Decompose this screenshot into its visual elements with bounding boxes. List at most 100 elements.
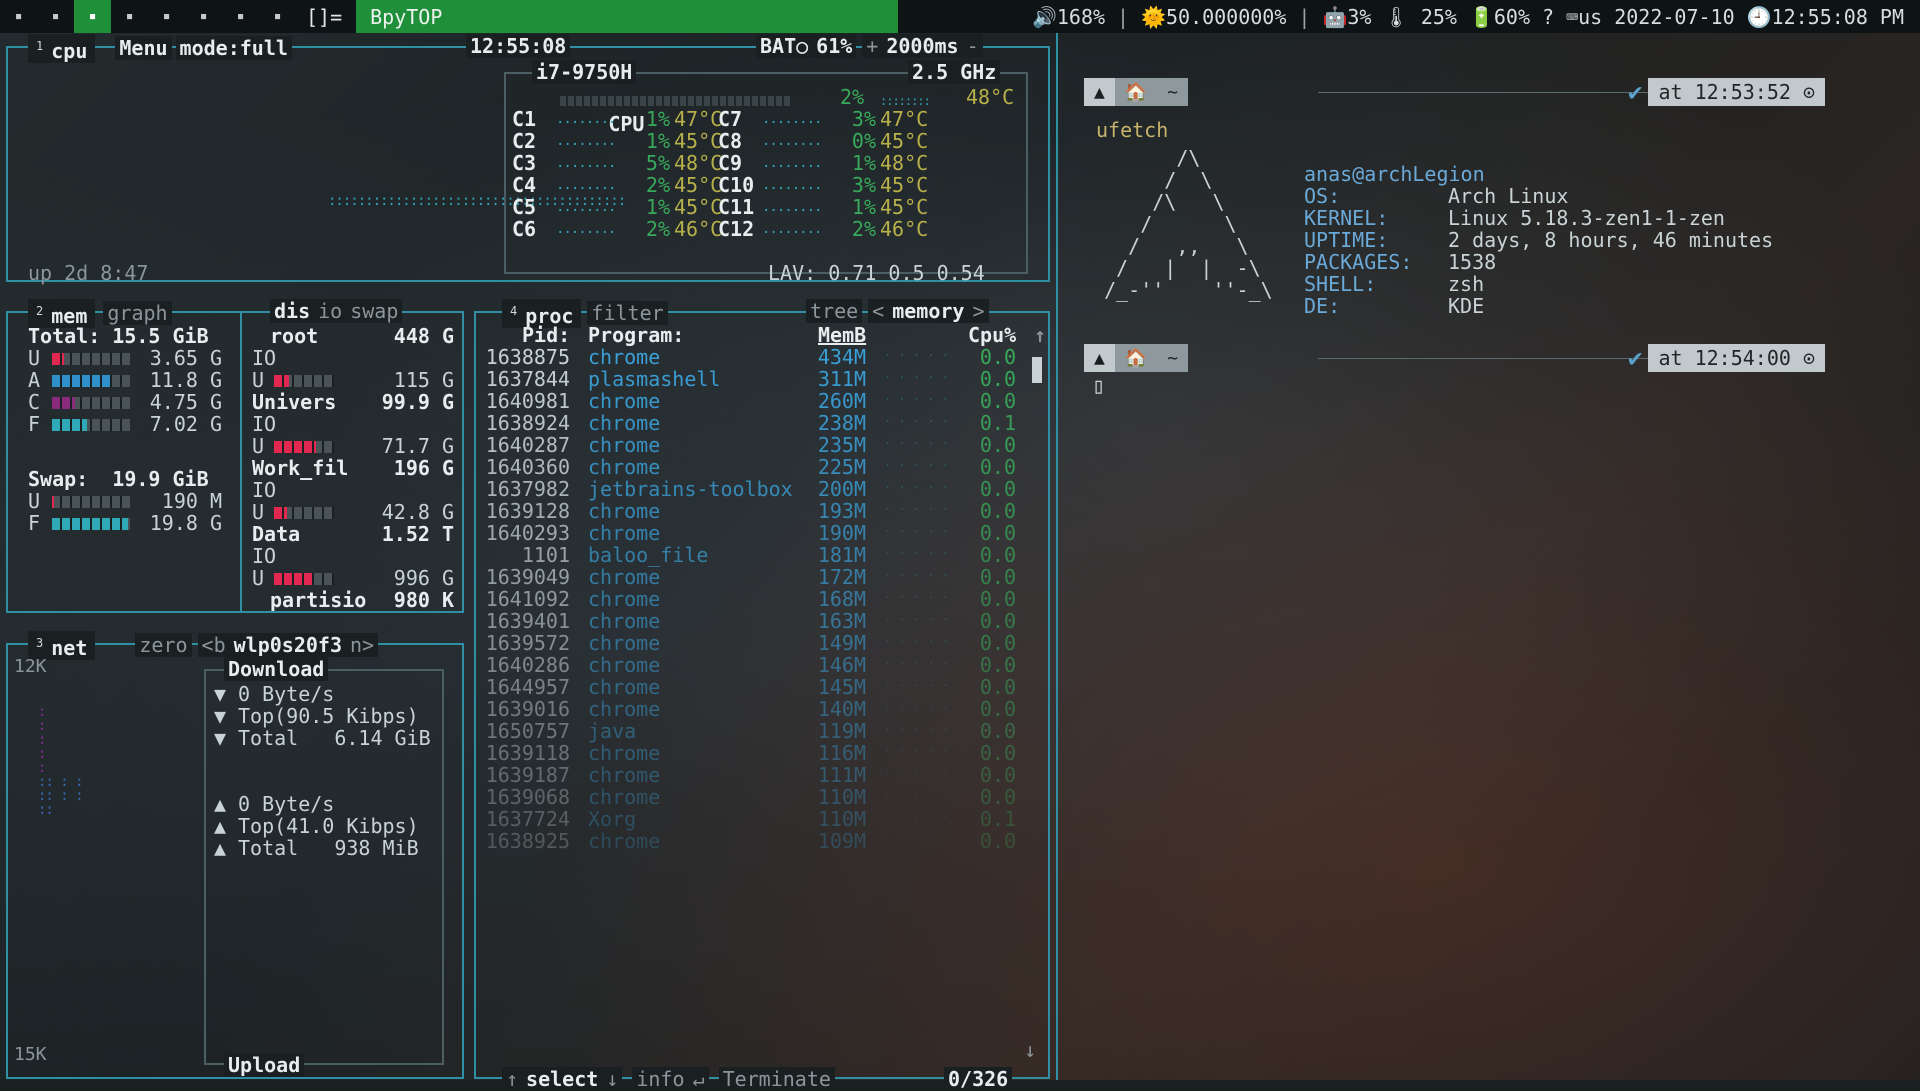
process-pid: 1101 bbox=[521, 543, 570, 567]
process-name: Xorg bbox=[588, 807, 637, 831]
workspace-6[interactable]: ▪ bbox=[185, 0, 222, 33]
select-up-icon[interactable]: ↑ bbox=[502, 1067, 523, 1091]
cpu-total-temp: 48°C bbox=[966, 85, 1015, 109]
bpytop-window[interactable]: 1 cpu Menu mode:full 12:55:08 BAT○ 61% + … bbox=[0, 33, 1056, 1091]
process-cpu: 0.0 bbox=[979, 543, 1016, 567]
core-graph: ........ bbox=[556, 221, 616, 237]
process-cpu-graph: . . . . . bbox=[884, 455, 950, 469]
disks-tab[interactable]: dis bbox=[270, 299, 315, 323]
process-pid: 1639128 bbox=[485, 499, 570, 523]
process-cpu-graph: . . . . . bbox=[884, 543, 950, 557]
process-cpu: 0.0 bbox=[979, 719, 1016, 743]
process-cpu-graph: . . . . . bbox=[884, 697, 950, 711]
core-graph: ........ bbox=[762, 221, 822, 237]
workspace-4[interactable]: ▪ bbox=[111, 0, 148, 33]
next-interface-button[interactable]: n> bbox=[346, 633, 379, 658]
uptime: up 2d 8:47 bbox=[28, 261, 149, 285]
process-cpu-graph: . . . . . bbox=[884, 477, 950, 491]
core-percent: 2% bbox=[851, 217, 876, 241]
terminate-button[interactable]: Terminate bbox=[718, 1067, 835, 1091]
process-cpu: 0.0 bbox=[979, 609, 1016, 633]
sort-prev-button[interactable]: < bbox=[868, 299, 889, 323]
check-icon: ✔ bbox=[1628, 78, 1643, 106]
disk-meter bbox=[274, 375, 334, 387]
process-name: chrome bbox=[588, 763, 661, 787]
prompt-2-time: ✔ at 12:54:00 ⊙ bbox=[1628, 343, 1825, 373]
process-mem: 260M bbox=[817, 389, 866, 413]
process-name: chrome bbox=[588, 829, 661, 853]
pid-column[interactable]: Pid: bbox=[522, 323, 570, 347]
terminal-cursor[interactable]: ▯ bbox=[1092, 373, 1105, 400]
net-stats-box: Download ▼ 0 Byte/s ▼ Top(90.5 Kibps) ▼ Total… bbox=[204, 657, 444, 1077]
process-mem: 311M bbox=[817, 367, 866, 391]
process-pid: 1639118 bbox=[485, 741, 570, 765]
workspace-7[interactable]: ▪ bbox=[222, 0, 259, 33]
filter-button[interactable]: filter bbox=[587, 301, 668, 326]
menu-button[interactable]: Menu bbox=[115, 36, 172, 61]
process-cpu: 0.0 bbox=[979, 697, 1016, 721]
prompt-1: ▲ 🏠 ~ bbox=[1084, 77, 1189, 107]
cpu-box: 1 cpu Menu mode:full 12:55:08 BAT○ 61% + … bbox=[6, 34, 1050, 285]
prev-interface-button[interactable]: <b bbox=[197, 633, 230, 658]
process-mem: 111M bbox=[817, 763, 866, 787]
mem-label: F bbox=[28, 412, 41, 436]
download-graph: ::::: bbox=[38, 704, 47, 776]
workspace-2[interactable]: ▪ bbox=[37, 0, 74, 33]
core-temp: 46°C bbox=[880, 217, 929, 241]
scroll-down-icon[interactable]: ↓ bbox=[1024, 1037, 1036, 1064]
mem-value: 7.02 G bbox=[149, 412, 222, 436]
process-cpu-graph: . . . . . bbox=[884, 389, 950, 403]
program-column[interactable]: Program: bbox=[588, 323, 684, 347]
workspace-3[interactable]: ▪ bbox=[74, 0, 111, 33]
fetch-value: 2 days, 8 hours, 46 minutes bbox=[1448, 228, 1774, 252]
process-mem: 110M bbox=[817, 785, 866, 809]
layout-indicator[interactable]: []= bbox=[296, 5, 356, 29]
battery-status[interactable]: 🔋60% ? bbox=[1463, 5, 1560, 29]
process-pid: 1640360 bbox=[485, 455, 570, 479]
process-cpu-graph: . . . . . bbox=[884, 499, 950, 513]
swap-toggle[interactable]: swap bbox=[346, 299, 403, 323]
process-pid: 1644957 bbox=[485, 675, 570, 699]
interval-increase-button[interactable]: + bbox=[862, 34, 883, 58]
process-cpu: 0.0 bbox=[979, 587, 1016, 611]
cpu-clock: 12:55:08 bbox=[466, 34, 571, 58]
cpu-model: i7-9750H bbox=[532, 60, 637, 84]
select-down-icon[interactable]: ↓ bbox=[602, 1067, 623, 1091]
process-mem: 110M bbox=[817, 807, 866, 831]
net-box: 3 net zero <b wlp0s20f3 n> 12K 15K ::::: … bbox=[6, 631, 464, 1079]
disk-size: 99.9 G bbox=[381, 390, 454, 414]
tree-toggle[interactable]: tree bbox=[806, 299, 863, 323]
brightness-status[interactable]: 🌞50.000000% bbox=[1135, 5, 1292, 29]
core-name: C6 bbox=[512, 217, 537, 241]
graph-toggle[interactable]: graph bbox=[103, 301, 172, 326]
workspace-8[interactable]: ▪ bbox=[259, 0, 296, 33]
status-bar: ▪ ▪ ▪ ▪ ▪ ▪ ▪ ▪ []= BpyTOP 🔊168% | 🌞50.000000% | … bbox=[0, 0, 1920, 33]
window-title: BpyTOP bbox=[356, 0, 899, 33]
interval-decrease-button[interactable]: - bbox=[962, 34, 983, 58]
terminal-window[interactable]: ▲ 🏠 ~ ✔ at 12:53:52 ⊙ ufetch /\ / \ /\ \… bbox=[1056, 33, 1920, 1080]
mode-button[interactable]: mode:full bbox=[175, 36, 292, 61]
table-row[interactable]: 1638925 chrome 109M . . . . . 0.0 bbox=[484, 829, 1046, 856]
prompt-dir: ~ bbox=[1157, 344, 1189, 372]
mem-status[interactable]: 🌡 25% bbox=[1377, 5, 1463, 29]
mem-column[interactable]: MemB bbox=[818, 323, 866, 347]
check-icon: ✔ bbox=[1628, 344, 1643, 372]
keyboard-layout[interactable]: ⌨us bbox=[1560, 5, 1608, 29]
io-toggle[interactable]: io bbox=[314, 299, 347, 323]
workspace-5[interactable]: ▪ bbox=[148, 0, 185, 33]
mem-value: 19.8 G bbox=[149, 511, 222, 535]
scroll-up-icon[interactable]: ↑ bbox=[1034, 323, 1046, 347]
process-mem: 149M bbox=[817, 631, 866, 655]
cpu-status[interactable]: 🤖3% bbox=[1316, 5, 1377, 29]
info-button[interactable]: info bbox=[632, 1067, 689, 1091]
cpu-column[interactable]: Cpu% bbox=[968, 323, 1016, 347]
zero-toggle[interactable]: zero bbox=[135, 633, 192, 658]
cpu-tab[interactable]: cpu bbox=[47, 38, 92, 63]
process-cpu: 0.0 bbox=[979, 565, 1016, 589]
proc-box: 4 proc filter tree < memory > Pid: Progra… bbox=[474, 299, 1050, 1091]
workspace-1[interactable]: ▪ bbox=[0, 0, 37, 33]
sort-next-button[interactable]: > bbox=[968, 299, 989, 323]
volume-status[interactable]: 🔊168% bbox=[1026, 5, 1111, 29]
process-cpu-graph: . . . . . bbox=[884, 719, 950, 733]
net-tab[interactable]: net bbox=[47, 635, 92, 660]
